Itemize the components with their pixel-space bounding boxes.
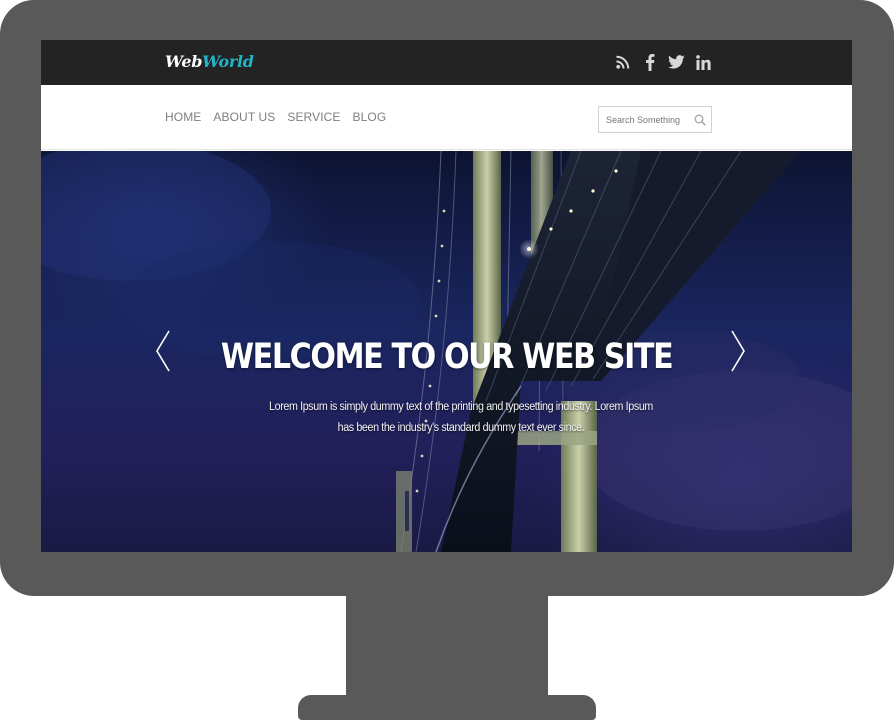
nav-service[interactable]: SERVICE [287, 110, 340, 124]
top-bar: WebWorld [41, 40, 852, 85]
social-links [609, 50, 717, 74]
rss-icon[interactable] [609, 50, 636, 74]
navigation-bar: HOME ABOUT US SERVICE BLOG [41, 85, 852, 150]
nav-home[interactable]: HOME [165, 110, 201, 124]
search-icon[interactable] [689, 107, 711, 132]
search-input[interactable] [599, 107, 689, 132]
linkedin-icon[interactable] [690, 50, 717, 74]
website-screen: WebWorld HOME ABOUT US SERVICE BLOG Sear… [41, 40, 852, 552]
nav-about-us[interactable]: ABOUT US [213, 110, 275, 124]
facebook-icon[interactable] [636, 50, 663, 74]
logo-part-web: Web [165, 52, 203, 71]
search-box [598, 106, 712, 133]
hero-description: Lorem Ipsum is simply dummy text of the … [269, 401, 653, 434]
hero-slider: WELCOME TO OUR WEB SITE Lorem Ipsum is s… [41, 151, 852, 552]
monitor-stand-base [298, 695, 596, 720]
monitor-stand-neck [346, 594, 548, 698]
main-nav: HOME ABOUT US SERVICE BLOG [165, 110, 386, 124]
twitter-icon[interactable] [663, 50, 690, 74]
nav-blog[interactable]: BLOG [353, 110, 387, 124]
site-logo[interactable]: WebWorld [165, 49, 254, 75]
hero-title: WELCOME TO OUR WEB SITE [220, 337, 674, 377]
logo-part-world: World [202, 52, 254, 71]
